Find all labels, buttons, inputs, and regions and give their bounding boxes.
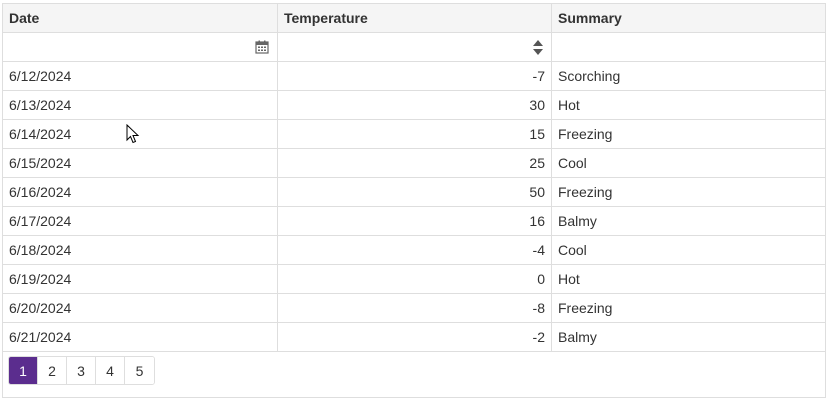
spinner-arrows-icon[interactable] [533,39,543,55]
table-row[interactable]: 6/14/2024 15 Freezing [3,120,825,149]
temperature-cell[interactable]: 15 [278,120,552,148]
temperature-cell[interactable]: -4 [278,236,552,264]
spinner-up-icon[interactable] [533,39,543,46]
temperature-filter-input[interactable] [278,33,552,61]
date-cell[interactable]: 6/13/2024 [3,91,278,119]
temperature-cell[interactable]: -8 [278,294,552,322]
column-header-temperature[interactable]: Temperature [278,4,552,32]
summary-filter-input[interactable] [552,33,825,61]
date-cell[interactable]: 6/14/2024 [3,120,278,148]
date-cell[interactable]: 6/20/2024 [3,294,278,322]
date-cell[interactable]: 6/18/2024 [3,236,278,264]
column-header-summary[interactable]: Summary [552,4,825,32]
temperature-cell[interactable]: -2 [278,323,552,351]
temperature-cell[interactable]: 30 [278,91,552,119]
summary-cell[interactable]: Scorching [552,62,825,90]
date-cell[interactable]: 6/21/2024 [3,323,278,351]
calendar-icon[interactable] [255,40,269,54]
table-row[interactable]: 6/18/2024 -4 Cool [3,236,825,265]
summary-cell[interactable]: Freezing [552,294,825,322]
summary-cell[interactable]: Balmy [552,323,825,351]
filter-row [3,33,825,62]
table-row[interactable]: 6/12/2024 -7 Scorching [3,62,825,91]
page-button-1[interactable]: 1 [9,357,38,384]
summary-cell[interactable]: Cool [552,149,825,177]
table-row[interactable]: 6/13/2024 30 Hot [3,91,825,120]
table-row[interactable]: 6/17/2024 16 Balmy [3,207,825,236]
temperature-cell[interactable]: 16 [278,207,552,235]
summary-cell[interactable]: Balmy [552,207,825,235]
data-grid: Date Temperature Summary 6/12/2024 -7 Sc… [2,3,826,398]
table-row[interactable]: 6/19/2024 0 Hot [3,265,825,294]
date-cell[interactable]: 6/17/2024 [3,207,278,235]
table-row[interactable]: 6/20/2024 -8 Freezing [3,294,825,323]
summary-cell[interactable]: Freezing [552,120,825,148]
date-cell[interactable]: 6/19/2024 [3,265,278,293]
page-button-2[interactable]: 2 [38,357,67,384]
summary-cell[interactable]: Cool [552,236,825,264]
temperature-cell[interactable]: 0 [278,265,552,293]
table-row[interactable]: 6/15/2024 25 Cool [3,149,825,178]
page-button-4[interactable]: 4 [96,357,125,384]
date-cell[interactable]: 6/12/2024 [3,62,278,90]
temperature-cell[interactable]: 50 [278,178,552,206]
table-row[interactable]: 6/16/2024 50 Freezing [3,178,825,207]
date-cell[interactable]: 6/16/2024 [3,178,278,206]
summary-cell[interactable]: Hot [552,265,825,293]
spinner-down-icon[interactable] [533,48,543,55]
date-filter-input[interactable] [3,33,278,61]
table-row[interactable]: 6/21/2024 -2 Balmy [3,323,825,352]
page-button-5[interactable]: 5 [125,357,154,384]
temperature-cell[interactable]: 25 [278,149,552,177]
date-cell[interactable]: 6/15/2024 [3,149,278,177]
temperature-cell[interactable]: -7 [278,62,552,90]
header-row: Date Temperature Summary [3,4,825,33]
page-button-3[interactable]: 3 [67,357,96,384]
pagination: 1 2 3 4 5 [8,356,155,385]
column-header-date[interactable]: Date [3,4,278,32]
summary-cell[interactable]: Freezing [552,178,825,206]
summary-cell[interactable]: Hot [552,91,825,119]
